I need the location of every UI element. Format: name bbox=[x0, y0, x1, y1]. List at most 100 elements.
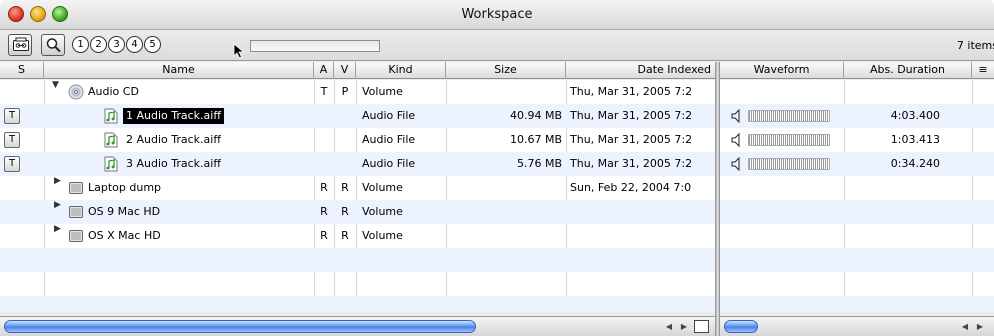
row-duration: 1:03.413 bbox=[890, 133, 940, 146]
circle-button-2[interactable]: 2 bbox=[90, 36, 107, 53]
row-name: OS 9 Mac HD bbox=[88, 205, 161, 218]
left-scroll-thumb[interactable] bbox=[4, 320, 476, 333]
row-kind: Volume bbox=[362, 205, 403, 218]
row-kind: Audio File bbox=[362, 109, 416, 122]
disclosure-collapsed-icon[interactable]: ▶ bbox=[54, 200, 61, 210]
disclosure-collapsed-icon[interactable]: ▶ bbox=[54, 176, 61, 186]
column-header-abs-duration[interactable]: Abs. Duration bbox=[844, 62, 972, 79]
circle-button-4[interactable]: 4 bbox=[126, 36, 143, 53]
workspace-window: Workspace 1 2 3 4 5 7 items S Name A V K… bbox=[0, 0, 994, 336]
row-name: OS X Mac HD bbox=[88, 229, 161, 242]
empty-row bbox=[0, 248, 994, 272]
column-header-row: S Name A V Kind Size Date Indexed Wavefo… bbox=[0, 62, 994, 79]
scroll-left-arrow-icon[interactable]: ◀ bbox=[662, 320, 676, 333]
hard-drive-icon bbox=[69, 182, 83, 194]
row-a: R bbox=[320, 181, 328, 194]
right-scroll-thumb[interactable] bbox=[724, 320, 758, 333]
table-row[interactable]: ▼ Audio CD T P Volume Thu, Mar 31, 2005 … bbox=[0, 80, 994, 104]
audio-file-icon bbox=[104, 156, 118, 172]
scroll-left-arrow-icon[interactable]: ◀ bbox=[958, 320, 972, 333]
speaker-icon[interactable] bbox=[731, 157, 743, 171]
row-v: R bbox=[341, 205, 349, 218]
row-name: 3 Audio Track.aiff bbox=[126, 157, 221, 170]
table-row[interactable]: ▶ OS 9 Mac HD R R Volume bbox=[0, 200, 994, 224]
progress-bar bbox=[250, 40, 380, 52]
column-header-name[interactable]: Name bbox=[44, 62, 314, 79]
row-a: R bbox=[320, 229, 328, 242]
search-button[interactable] bbox=[41, 34, 65, 56]
row-kind: Audio File bbox=[362, 133, 416, 146]
row-date: Sun, Feb 22, 2004 7:0 bbox=[570, 181, 692, 194]
column-header-a[interactable]: A bbox=[314, 62, 334, 79]
item-count: 7 items bbox=[956, 39, 994, 52]
row-v: R bbox=[341, 229, 349, 242]
table-row[interactable]: T 3 Audio Track.aiff Audio File 5.76 MB … bbox=[0, 152, 994, 176]
waveform-preview[interactable] bbox=[748, 158, 830, 170]
row-kind: Volume bbox=[362, 181, 403, 194]
column-header-waveform[interactable]: Waveform bbox=[720, 62, 844, 79]
table-row[interactable]: T 2 Audio Track.aiff Audio File 10.67 MB… bbox=[0, 128, 994, 152]
row-duration: 4:03.400 bbox=[890, 109, 940, 122]
row-v: P bbox=[341, 85, 349, 98]
circle-button-3[interactable]: 3 bbox=[108, 36, 125, 53]
search-icon bbox=[46, 38, 61, 53]
right-horizontal-scrollbar[interactable]: ◀ ▶ bbox=[720, 316, 994, 336]
s-toggle-button[interactable]: T bbox=[4, 108, 20, 124]
audio-file-icon bbox=[104, 132, 118, 148]
title-bar[interactable]: Workspace bbox=[0, 0, 994, 30]
column-options-button[interactable]: ≡ bbox=[972, 62, 994, 79]
empty-row bbox=[0, 272, 994, 296]
file-list: ▼ Audio CD T P Volume Thu, Mar 31, 2005 … bbox=[0, 80, 994, 312]
row-date: Thu, Mar 31, 2005 7:2 bbox=[570, 85, 693, 98]
row-size: 5.76 MB bbox=[516, 157, 562, 170]
table-row[interactable]: T 1 Audio Track.aiff Audio File 40.94 MB… bbox=[0, 104, 994, 128]
hard-drive-icon bbox=[69, 230, 83, 242]
row-kind: Volume bbox=[362, 229, 403, 242]
table-row[interactable]: ▶ Laptop dump R R Volume Sun, Feb 22, 20… bbox=[0, 176, 994, 200]
row-name: Audio CD bbox=[88, 85, 139, 98]
row-kind: Volume bbox=[362, 85, 403, 98]
row-date: Thu, Mar 31, 2005 7:2 bbox=[570, 133, 693, 146]
row-name: 2 Audio Track.aiff bbox=[126, 133, 221, 146]
numbered-buttons: 1 2 3 4 5 bbox=[72, 36, 162, 53]
column-header-date-indexed[interactable]: Date Indexed bbox=[566, 62, 716, 79]
waveform-preview[interactable] bbox=[748, 134, 830, 146]
table-row[interactable]: ▶ OS X Mac HD R R Volume bbox=[0, 224, 994, 248]
scroll-right-arrow-icon[interactable]: ▶ bbox=[973, 320, 987, 333]
list-lines-icon: ≡ bbox=[978, 63, 988, 76]
waveform-preview[interactable] bbox=[748, 110, 830, 122]
audio-file-icon bbox=[104, 108, 118, 124]
cassette-icon bbox=[13, 37, 29, 51]
cd-icon bbox=[68, 84, 84, 100]
scroll-right-arrow-icon[interactable]: ▶ bbox=[677, 320, 691, 333]
pane-splitter[interactable] bbox=[715, 62, 720, 336]
row-kind: Audio File bbox=[362, 157, 416, 170]
split-view-icon[interactable] bbox=[694, 320, 709, 333]
row-v: R bbox=[341, 181, 349, 194]
cassette-button[interactable] bbox=[8, 34, 32, 56]
row-duration: 0:34.240 bbox=[890, 157, 940, 170]
circle-button-5[interactable]: 5 bbox=[144, 36, 161, 53]
speaker-icon[interactable] bbox=[731, 133, 743, 147]
row-a: R bbox=[320, 205, 328, 218]
left-horizontal-scrollbar[interactable]: ◀ ▶ bbox=[0, 316, 715, 336]
s-toggle-button[interactable]: T bbox=[4, 132, 20, 148]
column-header-v[interactable]: V bbox=[334, 62, 356, 79]
disclosure-expanded-icon[interactable]: ▼ bbox=[52, 80, 59, 90]
row-date: Thu, Mar 31, 2005 7:2 bbox=[570, 109, 693, 122]
row-date: Thu, Mar 31, 2005 7:2 bbox=[570, 157, 693, 170]
row-name: 1 Audio Track.aiff bbox=[123, 108, 224, 124]
column-header-kind[interactable]: Kind bbox=[356, 62, 446, 79]
row-size: 40.94 MB bbox=[509, 109, 562, 122]
column-header-s[interactable]: S bbox=[0, 62, 44, 79]
disclosure-collapsed-icon[interactable]: ▶ bbox=[54, 224, 61, 234]
speaker-icon[interactable] bbox=[731, 109, 743, 123]
hard-drive-icon bbox=[69, 206, 83, 218]
mouse-pointer-icon bbox=[233, 43, 245, 59]
column-header-size[interactable]: Size bbox=[446, 62, 566, 79]
s-toggle-button[interactable]: T bbox=[4, 156, 20, 172]
empty-row bbox=[0, 296, 994, 312]
toolbar: 1 2 3 4 5 7 items bbox=[0, 30, 994, 61]
row-name: Laptop dump bbox=[88, 181, 162, 194]
circle-button-1[interactable]: 1 bbox=[72, 36, 89, 53]
